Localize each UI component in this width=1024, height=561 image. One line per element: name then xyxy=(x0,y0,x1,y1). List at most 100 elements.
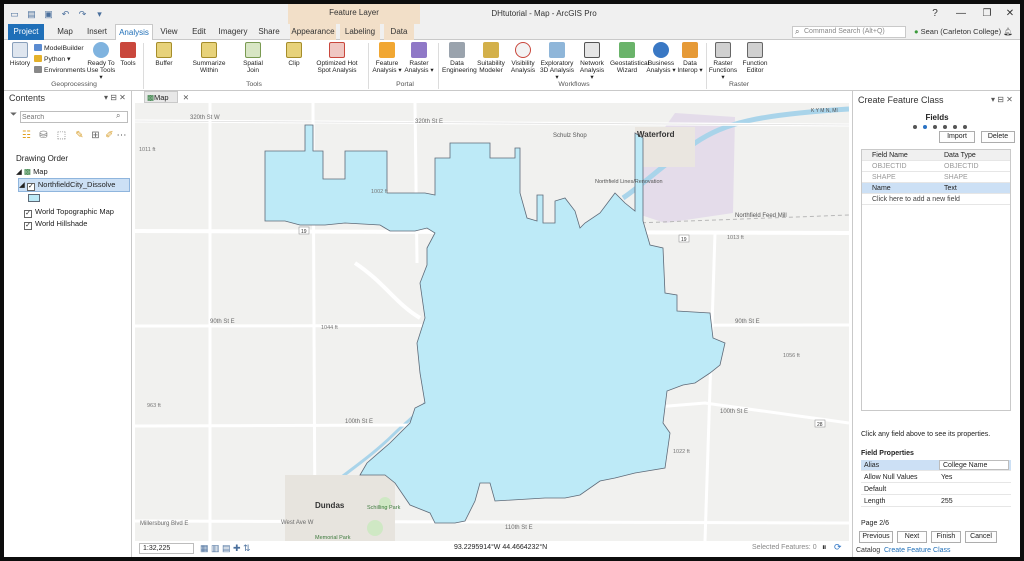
customize-qat-icon[interactable]: ▾ xyxy=(93,8,106,20)
tab-edit[interactable]: Edit xyxy=(187,24,211,40)
spatial-join-tool[interactable]: Spatial Join xyxy=(238,42,268,74)
tab-data[interactable]: Data xyxy=(384,24,414,40)
close-tab-icon[interactable]: ✕ xyxy=(183,92,189,103)
undo-icon[interactable]: ↶ xyxy=(59,8,72,20)
raster-functions-button[interactable]: Raster Functions ▾ xyxy=(708,42,738,81)
step-indicator-dot[interactable] xyxy=(943,125,947,129)
ready-to-use-tools-button[interactable]: Ready To Use Tools ▾ xyxy=(86,42,116,81)
layer-visibility-checkbox[interactable]: ✓ xyxy=(26,183,35,191)
user-account[interactable]: ● Sean (Carleton College) 🔔︎ xyxy=(914,24,1013,40)
polygon-symbol-swatch[interactable] xyxy=(28,194,40,202)
table-row-selected[interactable]: Name Text xyxy=(862,183,1010,194)
clip-tool[interactable]: Clip xyxy=(282,42,306,67)
environments-button[interactable]: Environments xyxy=(34,66,86,75)
map-view-tab[interactable]: ▩ Map ✕ xyxy=(144,91,189,103)
delete-button[interactable]: Delete xyxy=(981,131,1015,143)
layer-visibility-checkbox[interactable]: ✓ xyxy=(24,210,32,218)
tab-labeling[interactable]: Labeling xyxy=(340,24,380,40)
step-indicator-dot[interactable] xyxy=(913,125,917,129)
alias-input[interactable]: College Name xyxy=(939,460,1009,470)
expand-arrow-icon[interactable]: ◢ xyxy=(16,167,22,176)
step-indicator-dot-active[interactable] xyxy=(923,125,927,129)
history-button[interactable]: History xyxy=(8,42,32,67)
restore-button[interactable]: ❐ xyxy=(974,4,1000,24)
refresh-icon[interactable]: ⟳ xyxy=(834,542,842,553)
previous-button[interactable]: Previous xyxy=(859,531,893,543)
layer-world-topographic-map[interactable]: ✓ World Topographic Map xyxy=(24,206,114,218)
layer-visibility-checkbox[interactable]: ✓ xyxy=(24,222,32,230)
hot-spot-analysis-tool[interactable]: Optimized Hot Spot Analysis xyxy=(314,42,360,74)
tab-appearance[interactable]: Appearance xyxy=(290,24,336,40)
tab-project[interactable]: Project xyxy=(8,24,44,40)
pause-drawing-icon[interactable]: ⏸ xyxy=(822,542,827,553)
geostatistical-wizard-button[interactable]: Geostatistical Wizard xyxy=(610,42,649,74)
data-interop-button[interactable]: Data Interop ▾ xyxy=(676,42,704,74)
minimize-button[interactable]: — xyxy=(948,4,974,24)
open-project-icon[interactable]: ▤ xyxy=(25,8,38,20)
expand-arrow-icon[interactable]: ◢ xyxy=(19,180,25,189)
data-engineering-button[interactable]: Data Engineering xyxy=(442,42,477,74)
python-button[interactable]: Python ▾ xyxy=(34,55,70,64)
list-by-data-source-icon[interactable]: ⛁ xyxy=(38,130,49,141)
layer-world-hillshade[interactable]: ✓ World Hillshade xyxy=(24,218,87,230)
modelbuilder-button[interactable]: ModelBuilder xyxy=(34,44,84,53)
tab-imagery[interactable]: Imagery xyxy=(216,24,250,40)
notification-bell-icon[interactable]: 🔔︎ xyxy=(1003,27,1013,36)
list-by-drawing-order-icon[interactable]: ☷ xyxy=(21,130,32,141)
new-project-icon[interactable]: ▭ xyxy=(8,8,21,20)
table-row[interactable]: SHAPE SHAPE xyxy=(862,172,1010,183)
list-by-snapping-icon[interactable]: ⊞ xyxy=(90,130,101,141)
property-row-alias[interactable]: Alias College Name xyxy=(861,460,1011,471)
buffer-tool[interactable]: Buffer xyxy=(150,42,178,67)
cancel-button[interactable]: Cancel xyxy=(965,531,997,543)
command-search-input[interactable]: Command Search (Alt+Q) xyxy=(804,26,910,38)
help-button[interactable]: ? xyxy=(922,4,948,24)
business-analysis-button[interactable]: Business Analysis ▾ xyxy=(646,42,676,74)
contents-search-input[interactable] xyxy=(22,112,114,122)
tab-share[interactable]: Share xyxy=(256,24,282,40)
layer-map[interactable]: ◢ ▩ Map xyxy=(16,166,48,177)
step-indicator-dot[interactable] xyxy=(933,125,937,129)
tab-view[interactable]: View xyxy=(156,24,182,40)
table-row[interactable]: OBJECTID OBJECTID xyxy=(862,161,1010,172)
list-by-editing-icon[interactable]: ✎ xyxy=(74,130,85,141)
list-by-selection-icon[interactable]: ⬚ xyxy=(56,130,67,141)
tab-analysis[interactable]: Analysis xyxy=(115,24,153,41)
step-indicator-dot[interactable] xyxy=(953,125,957,129)
map-canvas[interactable]: 320th St W 320th St E Waterford Schulz S… xyxy=(135,103,849,541)
finish-button[interactable]: Finish xyxy=(931,531,961,543)
filter-icon[interactable]: ⏷ xyxy=(10,109,17,120)
map-scale-selector[interactable]: 1:32,225 xyxy=(139,543,194,554)
add-field-row[interactable]: Click here to add a new field xyxy=(862,194,1010,205)
property-row-allow-null[interactable]: Allow Null Values Yes xyxy=(861,472,1011,483)
map-nav-icons[interactable]: ▦ ▥ ▤ ✚ ⇅ xyxy=(200,543,251,554)
list-by-labeling-icon[interactable]: ✐ xyxy=(104,130,115,141)
visibility-analysis-button[interactable]: Visibility Analysis xyxy=(508,42,538,74)
tools-button[interactable]: Tools xyxy=(118,42,138,67)
next-button[interactable]: Next xyxy=(897,531,927,543)
tab-catalog[interactable]: Catalog xyxy=(856,545,880,557)
save-icon[interactable]: ▣ xyxy=(42,8,55,20)
map-view[interactable]: 320th St W 320th St E Waterford Schulz S… xyxy=(135,103,849,541)
property-row-default[interactable]: Default xyxy=(861,484,1011,495)
layer-northfieldcity-dissolve[interactable]: ◢ ✓ NorthfieldCity_Dissolve xyxy=(18,178,130,192)
feature-analysis-button[interactable]: Feature Analysis ▾ xyxy=(372,42,402,74)
step-indicator-dot[interactable] xyxy=(963,125,967,129)
tab-create-feature-class[interactable]: Create Feature Class xyxy=(884,545,951,557)
exploratory-3d-analysis-button[interactable]: Exploratory 3D Analysis ▾ xyxy=(538,42,576,81)
close-button[interactable]: ✕ xyxy=(1000,4,1020,24)
search-icon: ⌕ xyxy=(795,27,800,36)
raster-analysis-button[interactable]: Raster Analysis ▾ xyxy=(404,42,434,74)
summarize-within-tool[interactable]: Summarize Within xyxy=(190,42,228,74)
redo-icon[interactable]: ↷ xyxy=(76,8,89,20)
network-analysis-button[interactable]: Network Analysis ▾ xyxy=(578,42,606,81)
pane-options-icon[interactable]: ▾ ⊟ ✕ xyxy=(991,95,1013,104)
more-options-icon[interactable]: ⋯ xyxy=(116,130,127,141)
function-editor-button[interactable]: Function Editor xyxy=(740,42,770,74)
tab-map[interactable]: Map xyxy=(52,24,78,40)
pane-options-icon[interactable]: ▾ ⊟ ✕ xyxy=(104,93,126,102)
tab-insert[interactable]: Insert xyxy=(82,24,112,40)
import-button[interactable]: Import xyxy=(939,131,975,143)
property-row-length[interactable]: Length 255 xyxy=(861,496,1011,507)
suitability-modeler-button[interactable]: Suitability Modeler xyxy=(474,42,508,74)
